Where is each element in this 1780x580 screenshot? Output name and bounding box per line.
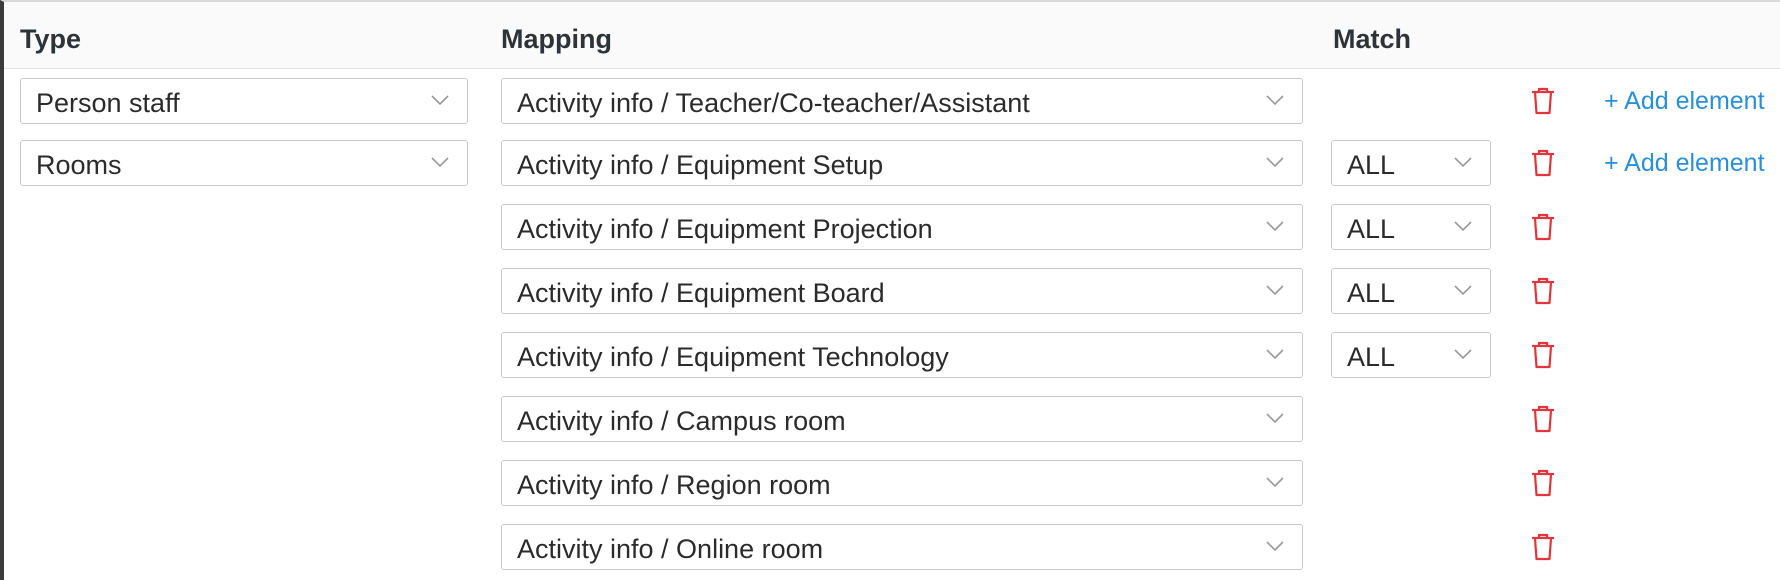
chevron-down-icon [1454, 157, 1472, 168]
mapping-select[interactable]: Activity info / Equipment Projection [501, 204, 1303, 250]
mapping-select-value: Activity info / Equipment Technology [517, 342, 949, 372]
match-column-header: Match [1333, 24, 1412, 54]
mapping-select[interactable]: Activity info / Equipment Setup [501, 140, 1303, 186]
mapping-select-value: Activity info / Equipment Projection [517, 214, 933, 244]
match-select[interactable]: ALL [1331, 332, 1491, 378]
chevron-down-icon [1266, 221, 1284, 232]
chevron-down-icon [1266, 349, 1284, 360]
table-row: Activity info / Equipment Technology ALL [4, 332, 1780, 380]
match-select[interactable]: ALL [1331, 204, 1491, 250]
add-element-link[interactable]: + Add element [1604, 87, 1765, 116]
chevron-down-icon [1266, 95, 1284, 106]
table-row: Activity info / Equipment Projection ALL [4, 204, 1780, 252]
chevron-down-icon [1266, 477, 1284, 488]
match-select-value: ALL [1347, 278, 1396, 308]
mapping-select-value: Activity info / Teacher/Co-teacher/Assis… [517, 88, 1030, 118]
match-select[interactable]: ALL [1331, 268, 1491, 314]
table-row: Activity info / Online room [4, 524, 1780, 572]
chevron-down-icon [1266, 541, 1284, 552]
mapping-select-value: Activity info / Region room [517, 470, 831, 500]
mapping-panel: Type Mapping Match Person staff Activity… [0, 0, 1780, 580]
trash-icon[interactable] [1529, 276, 1557, 306]
trash-icon[interactable] [1529, 468, 1557, 498]
mapping-select[interactable]: Activity info / Teacher/Co-teacher/Assis… [501, 78, 1303, 124]
mapping-select-value: Activity info / Campus room [517, 406, 846, 436]
mapping-column-header: Mapping [501, 24, 612, 54]
add-element-link[interactable]: + Add element [1604, 149, 1765, 178]
type-select[interactable]: Person staff [20, 78, 468, 124]
match-select-value: ALL [1347, 214, 1396, 244]
chevron-down-icon [1266, 157, 1284, 168]
trash-icon[interactable] [1529, 532, 1557, 562]
chevron-down-icon [1454, 221, 1472, 232]
mapping-select[interactable]: Activity info / Campus room [501, 396, 1303, 442]
trash-icon[interactable] [1529, 404, 1557, 434]
mapping-select-value: Activity info / Equipment Setup [517, 150, 884, 180]
trash-icon[interactable] [1529, 212, 1557, 242]
mapping-select[interactable]: Activity info / Equipment Board [501, 268, 1303, 314]
mapping-select-value: Activity info / Equipment Board [517, 278, 885, 308]
type-select[interactable]: Rooms [20, 140, 468, 186]
table-row: Activity info / Equipment Board ALL [4, 268, 1780, 316]
mapping-select[interactable]: Activity info / Online room [501, 524, 1303, 570]
table-row: Activity info / Campus room [4, 396, 1780, 444]
trash-icon[interactable] [1529, 148, 1557, 178]
table-row: Rooms Activity info / Equipment Setup AL… [4, 140, 1780, 188]
table-row: Person staff Activity info / Teacher/Co-… [4, 78, 1780, 126]
match-select-value: ALL [1347, 342, 1396, 372]
table-header: Type Mapping Match [4, 2, 1780, 69]
trash-icon[interactable] [1529, 86, 1557, 116]
type-select-value: Rooms [36, 150, 122, 180]
chevron-down-icon [1454, 349, 1472, 360]
chevron-down-icon [1266, 285, 1284, 296]
mapping-select-value: Activity info / Online room [517, 534, 824, 564]
chevron-down-icon [431, 95, 449, 106]
type-column-header: Type [20, 24, 82, 54]
chevron-down-icon [1454, 285, 1472, 296]
mapping-select[interactable]: Activity info / Equipment Technology [501, 332, 1303, 378]
chevron-down-icon [1266, 413, 1284, 424]
table-row: Activity info / Region room [4, 460, 1780, 508]
chevron-down-icon [431, 157, 449, 168]
match-select-value: ALL [1347, 150, 1396, 180]
match-select[interactable]: ALL [1331, 140, 1491, 186]
mapping-select[interactable]: Activity info / Region room [501, 460, 1303, 506]
trash-icon[interactable] [1529, 340, 1557, 370]
type-select-value: Person staff [36, 88, 180, 118]
